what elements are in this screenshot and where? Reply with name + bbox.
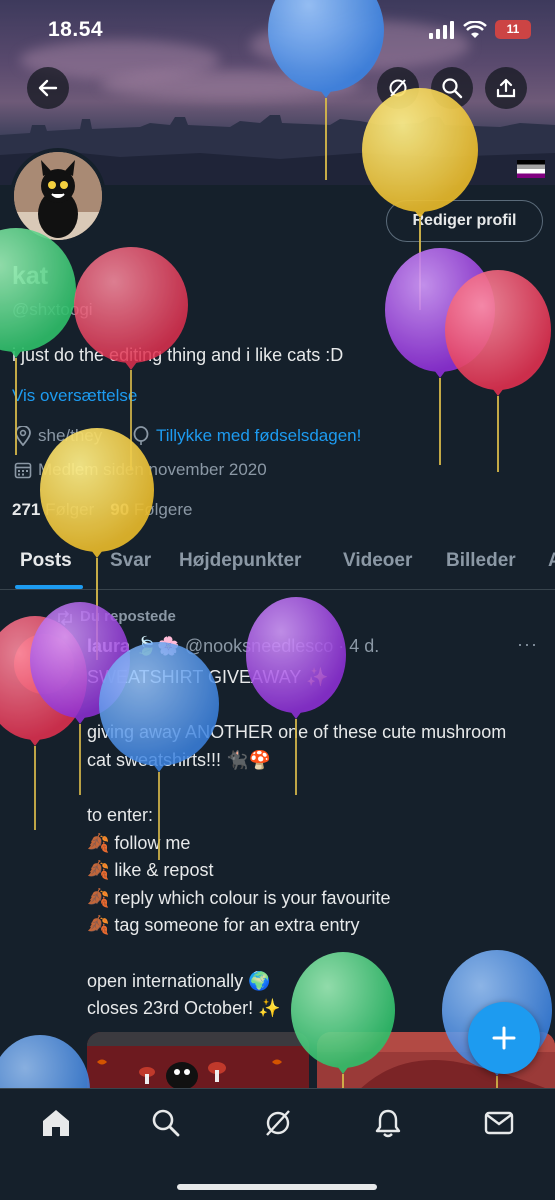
birthday-text[interactable]: Tillykke med fødselsdagen! (156, 426, 361, 446)
location-pin-icon (15, 426, 31, 446)
joined-text: Medlem siden november 2020 (38, 460, 267, 479)
profile-handle: @shxtoogi (12, 300, 93, 319)
home-icon[interactable] (40, 1107, 72, 1139)
home-indicator (177, 1184, 377, 1190)
active-tab-indicator (15, 585, 83, 589)
sweatshirt-image (87, 1032, 309, 1092)
repost-icon (58, 610, 72, 626)
followers-link[interactable]: 90 Følgere (110, 500, 192, 520)
calendar-icon (14, 462, 32, 479)
plus-icon (492, 1026, 516, 1050)
balloon-icon (133, 426, 149, 445)
following-label: Følger (45, 500, 95, 519)
tab-highlights[interactable]: Højdepunkter (179, 550, 301, 572)
cat-avatar-icon (14, 152, 102, 240)
post-author-name: laura 🍃🌸 (87, 636, 180, 656)
followers-count: 90 (110, 500, 130, 519)
following-link[interactable]: 271 Følger (12, 500, 94, 520)
grok-icon (389, 79, 407, 97)
translate-link[interactable]: Vis oversættelse (12, 386, 137, 406)
post-text: SWEATSHIRT GIVEAWAY ✨ giving away ANOTHE… (87, 667, 507, 1019)
post[interactable]: Du repostede laura 🍃🌸 @nooksneedlesco · … (0, 592, 555, 1092)
avatar[interactable] (10, 148, 106, 244)
tab-images[interactable]: Billeder (446, 550, 516, 572)
share-icon (496, 78, 516, 98)
status-bar: 18.54 11 (0, 0, 555, 60)
post-media-1[interactable] (87, 1032, 309, 1092)
search-icon (442, 78, 463, 99)
tab-replies[interactable]: Svar (110, 550, 151, 572)
following-count: 271 (12, 500, 41, 519)
wifi-icon (463, 20, 487, 38)
share-button[interactable] (485, 67, 527, 109)
profile-bio: i just do the editing thing and i like c… (12, 345, 344, 365)
profile-name: kat (12, 262, 49, 290)
more-options-button[interactable]: ··· (517, 634, 538, 655)
followers-label: Følgere (133, 500, 193, 519)
compose-button[interactable] (468, 1002, 540, 1074)
balloon-purple-right (385, 248, 495, 465)
profile-tabs: Posts Svar Højdepunkter Videoer Billeder… (0, 542, 555, 590)
pronouns-text: she/they (38, 426, 103, 445)
tab-videos[interactable]: Videoer (343, 550, 412, 572)
birthday-item[interactable]: Tillykke med fødselsdagen! (132, 426, 361, 446)
pronouns-item: she/they (14, 426, 102, 446)
post-author-row[interactable]: laura 🍃🌸 @nooksneedlesco · 4 d. (87, 636, 379, 657)
arrow-left-icon (38, 79, 58, 97)
grok-icon[interactable] (262, 1107, 294, 1139)
edit-profile-button[interactable]: Rediger profil (386, 200, 543, 242)
grok-button[interactable] (377, 67, 419, 109)
balloon-red-right (445, 270, 551, 472)
asexual-flag-icon (517, 160, 545, 178)
tab-posts[interactable]: Posts (20, 550, 72, 572)
tab-more[interactable]: A (548, 550, 555, 572)
battery-indicator: 11 (495, 20, 531, 39)
post-author-avatar[interactable] (14, 634, 74, 694)
follow-stats: 271 Følger 90 Følgere (12, 500, 192, 520)
back-button[interactable] (27, 67, 69, 109)
signal-icon (429, 20, 454, 39)
repost-label: Du repostede (80, 608, 176, 625)
post-author-handle: @nooksneedlesco (184, 636, 334, 656)
messages-icon[interactable] (483, 1107, 515, 1139)
post-time: · 4 d. (338, 636, 380, 656)
status-time: 18.54 (48, 18, 104, 41)
search-icon[interactable] (150, 1107, 182, 1139)
notifications-icon[interactable] (372, 1107, 404, 1139)
joined-item: Medlem siden november 2020 (14, 460, 267, 480)
search-button[interactable] (431, 67, 473, 109)
